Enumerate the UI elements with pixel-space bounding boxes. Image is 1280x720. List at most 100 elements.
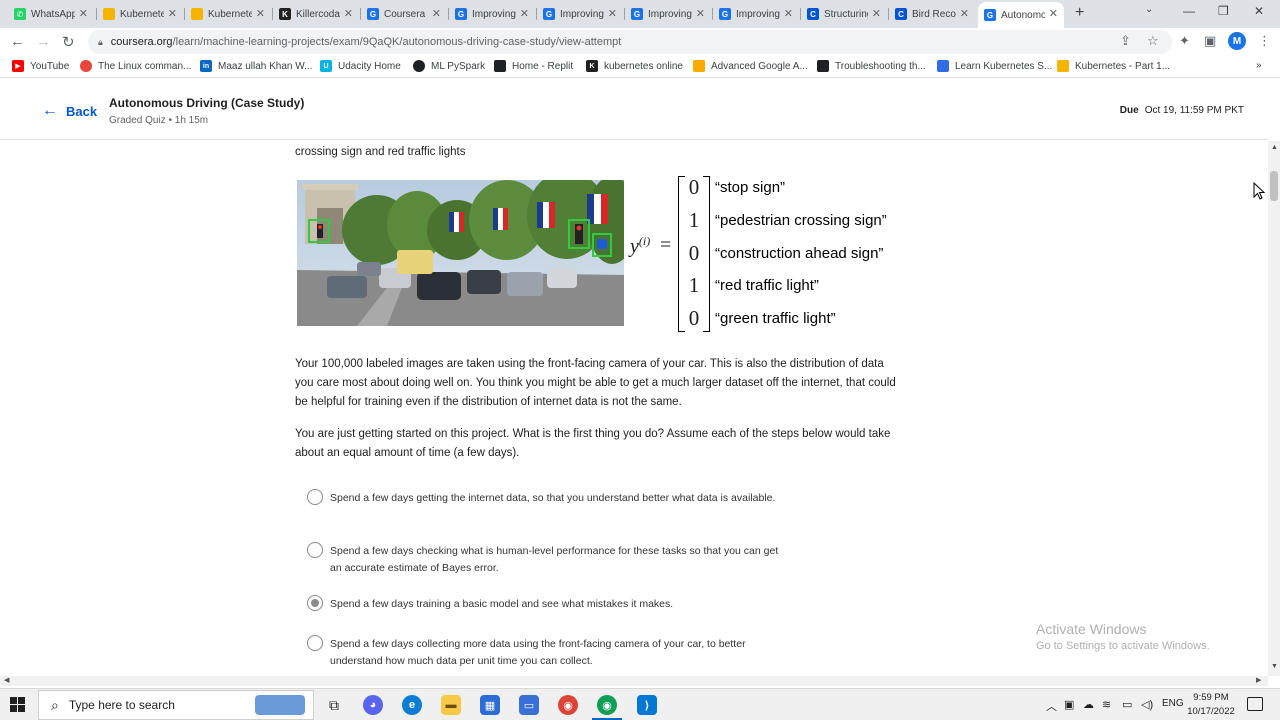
- address-bar[interactable]: 🔒︎ coursera.org/learn/machine-learning-p…: [88, 30, 1172, 54]
- close-icon[interactable]: ✕: [256, 7, 265, 20]
- zoom-icon[interactable]: ▭: [519, 695, 539, 715]
- new-tab-icon[interactable]: +: [1075, 4, 1084, 22]
- equation-lhs: y(i): [630, 234, 650, 259]
- reload-icon[interactable]: ↻: [62, 33, 75, 51]
- scroll-down-icon[interactable]: ▼: [1271, 663, 1278, 670]
- windows-start-icon[interactable]: [10, 697, 26, 713]
- vector-value: 0: [688, 241, 700, 265]
- browser-tab[interactable]: Kubernetes ✕: [97, 2, 183, 26]
- close-icon[interactable]: ✕: [960, 7, 969, 20]
- minimize-icon[interactable]: —: [1183, 4, 1195, 18]
- lock-icon: 🔒︎: [98, 36, 103, 47]
- store-icon[interactable]: ▦: [480, 695, 500, 715]
- url-host: coursera.org: [110, 36, 173, 48]
- radio-button-selected[interactable]: [307, 595, 323, 611]
- browser-tab[interactable]: C Bird Recognition ✕: [889, 2, 975, 26]
- profile-avatar[interactable]: M: [1228, 32, 1246, 50]
- close-window-icon[interactable]: ✕: [1254, 4, 1264, 18]
- close-icon[interactable]: ✕: [344, 7, 353, 20]
- option-text: Spend a few days getting the internet da…: [330, 492, 776, 504]
- close-icon[interactable]: ✕: [79, 7, 88, 20]
- tray-overflow-icon[interactable]: ︿: [1046, 698, 1057, 714]
- bookmark-item[interactable]: Kubernetes - Part 1...: [1057, 60, 1170, 72]
- bookmark-item[interactable]: Home - Replit: [494, 60, 573, 72]
- extensions-icon[interactable]: ✦: [1179, 33, 1190, 49]
- back-button[interactable]: ← Back: [42, 102, 97, 120]
- discord-icon[interactable]: ◕: [363, 695, 383, 715]
- radio-button[interactable]: [307, 635, 323, 651]
- bookmark-item[interactable]: Learn Kubernetes S...: [937, 60, 1052, 72]
- bookmark-item[interactable]: K kubernetes online: [586, 60, 683, 72]
- browser-tab[interactable]: G Coursera ✕: [361, 2, 447, 26]
- bookmark-item[interactable]: in Maaz ullah Khan W...: [200, 60, 313, 72]
- browser-tab[interactable]: K Killercoda ✕: [273, 2, 359, 26]
- bookmark-star-icon[interactable]: ☆: [1147, 33, 1159, 49]
- menu-kebab-icon[interactable]: ⋮: [1258, 33, 1271, 49]
- forward-arrow-icon[interactable]: →: [36, 33, 51, 50]
- analytics-icon: [693, 60, 705, 72]
- watermark-title: Activate Windows: [1036, 621, 1147, 637]
- chrome-profile-icon[interactable]: ◉: [597, 695, 617, 715]
- bookmark-item[interactable]: ML PySpark: [413, 60, 485, 72]
- back-arrow-icon[interactable]: ←: [10, 33, 25, 50]
- browser-tab[interactable]: Kubernetes ✕: [185, 2, 271, 26]
- bookmark-item[interactable]: Advanced Google A...: [693, 60, 808, 72]
- close-icon[interactable]: ✕: [520, 7, 529, 20]
- bookmark-label: Maaz ullah Khan W...: [218, 60, 313, 72]
- url-text: coursera.org/learn/machine-learning-proj…: [111, 36, 622, 48]
- browser-tab[interactable]: C Structuring ✕: [801, 2, 887, 26]
- vscode-icon[interactable]: ⟩: [637, 695, 657, 715]
- browser-tab[interactable]: ✆ WhatsApp ✕: [8, 2, 94, 26]
- volume-icon[interactable]: ◁): [1141, 698, 1153, 711]
- close-icon[interactable]: ✕: [432, 7, 441, 20]
- clock-time: 9:59 PM: [1193, 692, 1229, 703]
- wifi-icon[interactable]: ≋: [1102, 698, 1111, 711]
- tab-search-icon[interactable]: ⌄: [1145, 4, 1153, 15]
- bookmark-item[interactable]: Troubleshooting th...: [817, 60, 926, 72]
- file-explorer-icon[interactable]: ▬: [441, 695, 461, 715]
- meet-now-icon[interactable]: ▣: [1064, 698, 1074, 711]
- side-panel-icon[interactable]: ▣: [1204, 33, 1216, 49]
- browser-tab[interactable]: G Improving ✕: [625, 2, 711, 26]
- close-icon[interactable]: ✕: [784, 7, 793, 20]
- browser-tab-active[interactable]: G Autonomous ✕: [978, 2, 1064, 28]
- language-indicator[interactable]: ENG: [1162, 698, 1184, 709]
- radio-button[interactable]: [307, 489, 323, 505]
- close-icon[interactable]: ✕: [168, 7, 177, 20]
- youtube-icon: ▶: [12, 60, 24, 72]
- onedrive-icon[interactable]: ☁: [1083, 698, 1094, 711]
- scroll-thumb[interactable]: [1270, 171, 1278, 201]
- bookmarks-overflow-icon[interactable]: »: [1256, 60, 1262, 71]
- browser-tab[interactable]: G Improving ✕: [449, 2, 535, 26]
- notifications-icon[interactable]: [1247, 697, 1263, 711]
- bookmark-item[interactable]: The Linux comman...: [80, 60, 191, 72]
- close-icon[interactable]: ✕: [608, 7, 617, 20]
- scroll-left-icon[interactable]: ◀: [4, 676, 9, 684]
- coursera-icon: C: [807, 8, 819, 20]
- browser-tab[interactable]: G Improving ✕: [537, 2, 623, 26]
- folder-icon: [1057, 60, 1069, 72]
- edge-icon[interactable]: e: [402, 695, 422, 715]
- scroll-right-icon[interactable]: ▶: [1256, 676, 1261, 684]
- tab-label: WhatsApp: [31, 8, 75, 20]
- close-icon[interactable]: ✕: [696, 7, 705, 20]
- scroll-up-icon[interactable]: ▲: [1271, 144, 1278, 151]
- bookmark-label: Learn Kubernetes S...: [955, 60, 1053, 72]
- close-icon[interactable]: ✕: [1049, 7, 1058, 20]
- replit-icon: [494, 60, 506, 72]
- clock[interactable]: 9:59 PM 10/17/2022: [1186, 691, 1236, 719]
- chrome-icon[interactable]: ◉: [558, 695, 578, 715]
- browser-tab[interactable]: G Improving ✕: [713, 2, 799, 26]
- vector-value: 1: [688, 273, 700, 297]
- vertical-scrollbar[interactable]: ▲ ▼: [1268, 141, 1280, 676]
- horizontal-scrollbar[interactable]: ◀ ▶: [0, 676, 1268, 686]
- share-icon[interactable]: ⇪: [1120, 33, 1131, 49]
- bookmark-item[interactable]: U Udacity Home: [320, 60, 401, 72]
- radio-button[interactable]: [307, 542, 323, 558]
- battery-icon[interactable]: ▭: [1122, 698, 1132, 711]
- question-paragraph: Your 100,000 labeled images are taken us…: [295, 358, 896, 408]
- restore-icon[interactable]: ❐: [1218, 4, 1229, 18]
- bookmark-item[interactable]: ▶ YouTube: [12, 60, 69, 72]
- close-icon[interactable]: ✕: [872, 7, 881, 20]
- task-view-icon[interactable]: ⧉: [324, 695, 344, 715]
